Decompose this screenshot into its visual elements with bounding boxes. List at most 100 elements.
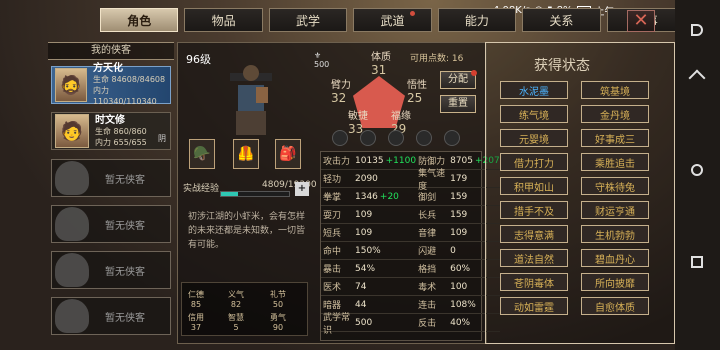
stat-label: 连击 (418, 301, 437, 311)
stat-value: 54% (355, 263, 376, 274)
stat-value: 8705 (450, 155, 473, 166)
attr-value: 32 (331, 91, 347, 105)
stat-value: 2090 (355, 173, 378, 184)
tab-relation[interactable]: 关系 (522, 8, 601, 32)
status-item[interactable]: 积甲如山 (500, 177, 568, 195)
empty-hero-slot[interactable]: 暂无侠客 (51, 159, 171, 197)
assign-button[interactable]: 分配 (440, 70, 477, 89)
character-panel: 96级 ⚜ 500 体质 31 臂力 32 悟性 25 敏捷 33 福缘 29 可用点数: … (177, 42, 500, 344)
status-item[interactable]: 元婴境 (500, 129, 568, 147)
stat-value: 1346 (355, 191, 378, 202)
stat-row: 短兵 109 (321, 224, 417, 242)
stat-value: 74 (355, 281, 367, 292)
slot-icon[interactable] (388, 130, 404, 146)
stat-label: 拳掌 (323, 193, 342, 203)
status-item[interactable]: 道法自然 (500, 249, 568, 267)
stat-label: 轻功 (323, 175, 342, 185)
exp-bar (220, 191, 290, 197)
status-title: 获得状态 (534, 58, 590, 74)
stat-value: 159 (450, 209, 468, 220)
attr-fuyuan: 福缘 29 (391, 107, 411, 136)
hero-card-2[interactable]: 🧑 时文修 生命 860/860 内力 655/655 阴 (51, 112, 171, 150)
status-item[interactable]: 动如雷霆 (500, 297, 568, 315)
status-item[interactable]: 碧血丹心 (581, 249, 649, 267)
system-nav-bar (675, 0, 720, 350)
home-icon[interactable] (691, 164, 703, 176)
slot-icon[interactable] (332, 130, 348, 146)
stat-label: 音律 (418, 229, 437, 239)
stat-value: 159 (450, 191, 468, 202)
accessory-slots (332, 130, 460, 146)
status-item[interactable]: 乘胜追击 (581, 153, 649, 171)
status-item[interactable]: 苍阴毒体 (500, 273, 568, 291)
add-exp-button[interactable]: + (295, 182, 309, 196)
slot-icon[interactable] (360, 130, 376, 146)
stat-label: 武学常识 (323, 312, 351, 336)
empty-hero-slot[interactable]: 暂无侠客 (51, 205, 171, 243)
tab-items[interactable]: 物品 (184, 8, 263, 32)
stat-label: 短兵 (323, 229, 342, 239)
empty-hero-slot[interactable]: 暂无侠客 (51, 251, 171, 289)
hero-portrait (230, 65, 272, 135)
stat-row: 轻功 2090 (321, 170, 417, 188)
status-item[interactable]: 练气境 (500, 105, 568, 123)
stat-row: 医术 74 (321, 278, 417, 296)
status-item[interactable]: 生机勃勃 (581, 225, 649, 243)
exp-label: 实战经验 (183, 184, 220, 194)
tab-martial[interactable]: 武学 (268, 8, 348, 32)
close-icon[interactable]: ✕ (627, 10, 655, 32)
slot-icon[interactable] (416, 130, 432, 146)
virtue-value: 50 (272, 300, 284, 309)
stat-row: 攻击力 10135 +1100 (321, 152, 417, 170)
stat-value: 100 (450, 281, 468, 292)
status-item[interactable]: 水泥墨 (500, 81, 568, 99)
back-icon[interactable] (688, 69, 706, 87)
scan-icon[interactable] (691, 24, 703, 36)
hero-card-1[interactable]: 🧔 方天化 生命 84608/84608 内力 110340/110340 (51, 63, 171, 106)
status-item[interactable]: 措手不及 (500, 201, 568, 219)
virtue-value: 82 (230, 300, 242, 309)
equipment-slot[interactable]: 🪖 (189, 139, 215, 169)
tab-ability[interactable]: 能力 (437, 8, 517, 32)
reset-button[interactable]: 重置 (440, 95, 476, 113)
slot-icon[interactable] (444, 130, 460, 146)
equipment-slot[interactable]: 🦺 (233, 139, 259, 169)
status-item[interactable]: 筑基境 (581, 81, 649, 99)
virtue-label: 信用 (188, 313, 204, 322)
recent-apps-icon[interactable] (691, 256, 703, 268)
hero-avatar: 🧑 (55, 114, 89, 148)
status-item[interactable]: 志得意满 (500, 225, 568, 243)
empty-slot-label: 暂无侠客 (105, 220, 145, 232)
status-item[interactable]: 金丹境 (581, 105, 649, 123)
attr-wuxing: 悟性 25 (407, 76, 427, 105)
stat-row: 暴击 54% (321, 260, 417, 278)
hero-name: 时文修 (95, 114, 125, 126)
hero-info: 时文修 生命 860/860 内力 655/655 (95, 115, 147, 148)
empty-hero-slot[interactable]: 暂无侠客 (51, 297, 171, 335)
character-level: 96级 (186, 51, 211, 67)
tab-wudao-label: 武道 (380, 13, 405, 28)
tab-role[interactable]: 角色 (100, 8, 179, 32)
status-item[interactable]: 财运亨通 (581, 201, 649, 219)
virtue-label: 义气 (228, 290, 244, 299)
stat-value: 40% (450, 317, 471, 328)
stat-label: 格挡 (418, 265, 437, 275)
attr-label: 体质 (371, 52, 391, 63)
attr-label: 福缘 (391, 111, 411, 122)
status-item[interactable]: 借力打力 (500, 153, 568, 171)
stat-value: 0 (450, 245, 456, 256)
equipment-slot[interactable]: 🎒 (275, 139, 301, 169)
stat-label: 闪避 (418, 247, 437, 257)
stat-bonus: +1100 (385, 155, 417, 166)
tab-wudao[interactable]: 武道 (353, 8, 432, 32)
status-item[interactable]: 守株待兔 (581, 177, 649, 195)
status-item[interactable]: 所向披靡 (581, 273, 649, 291)
stat-label: 攻击力 (323, 157, 351, 167)
available-points: 可用点数: 16 (410, 54, 464, 64)
virtue-value: 90 (272, 323, 284, 332)
status-item[interactable]: 好事成三 (581, 129, 649, 147)
hero-mp: 内力 655/655 (95, 137, 147, 147)
stat-value: 44 (355, 299, 367, 310)
status-item[interactable]: 自愈体质 (581, 297, 649, 315)
character-description: 初涉江湖的小虾米，会有怎样的未来还都是未知数，一切皆有可能。 (188, 212, 306, 250)
